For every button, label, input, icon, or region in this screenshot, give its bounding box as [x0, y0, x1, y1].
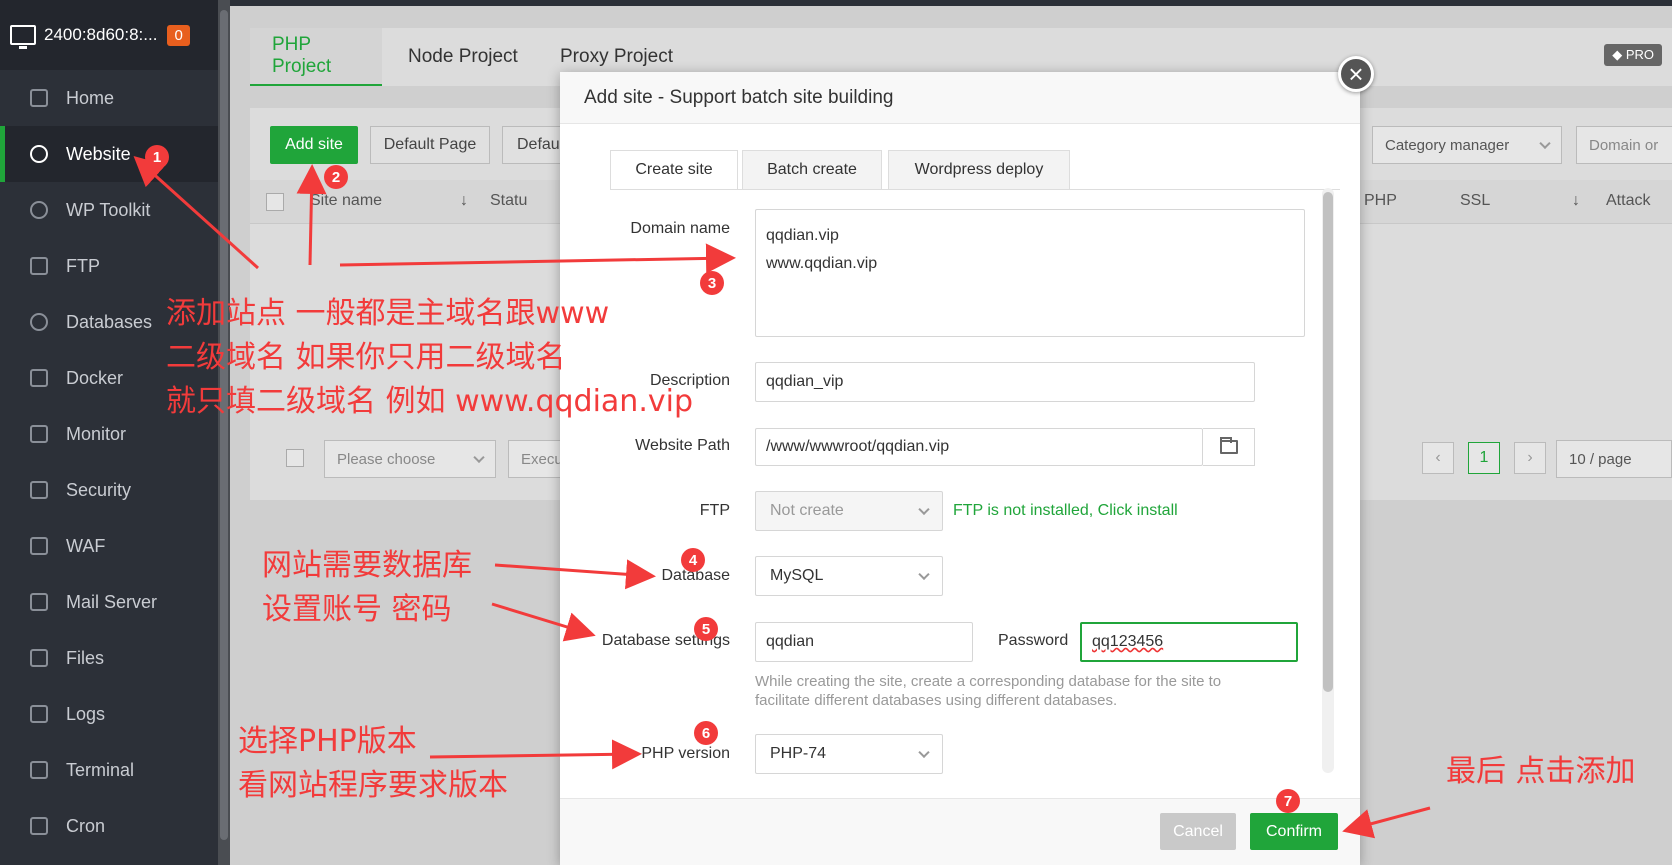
annotation-line: 看网站程序要求版本 — [238, 768, 508, 803]
annotation-domain: 添加站点 一般都是主域名跟www 二级域名 如果你只用二级域名 就只填二级域名 … — [166, 292, 693, 424]
annotation-database: 网站需要数据库 设置账号 密码 — [262, 544, 472, 632]
arrow-db-settings — [491, 602, 596, 642]
step-number: 4 — [681, 548, 705, 572]
annotation-line: 选择PHP版本 — [238, 724, 417, 759]
step-number: 7 — [1276, 789, 1300, 813]
arrow-website — [133, 155, 260, 270]
arrow-domain — [339, 243, 736, 274]
annotation-line: 网站需要数据库 — [262, 548, 472, 583]
step-number: 5 — [694, 617, 718, 641]
step-number: 1 — [145, 145, 169, 169]
annotation-line: 就只填二级域名 例如 www.qqdian.vip — [166, 384, 693, 419]
arrow-database — [494, 559, 656, 590]
step-number: 6 — [694, 721, 718, 745]
step-number: 3 — [700, 271, 724, 295]
annotation-line: 设置账号 密码 — [262, 592, 452, 627]
annotation-php: 选择PHP版本 看网站程序要求版本 — [238, 720, 508, 808]
step-number: 2 — [324, 165, 348, 189]
annotation-line: 添加站点 一般都是主域名跟www — [166, 296, 610, 331]
arrow-confirm — [1342, 806, 1431, 839]
arrow-add-site — [296, 164, 327, 266]
annotation-confirm: 最后 点击添加 — [1446, 754, 1636, 789]
annotation-line: 二级域名 如果你只用二级域名 — [166, 340, 566, 375]
